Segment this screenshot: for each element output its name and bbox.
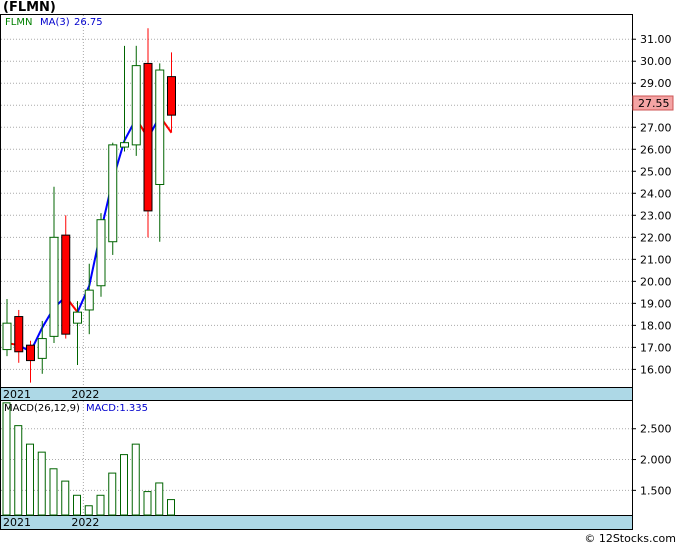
legend-symbol: FLMN [5,17,32,28]
price-tick-label: 23.00 [640,209,672,222]
price-tick-label: 24.00 [640,187,672,200]
price-x-label: 2022 [71,388,99,401]
candle-body-down [167,76,176,116]
price-tick-label: 20.00 [640,275,672,288]
candle-body-up [84,289,94,311]
macd-bar [143,491,152,516]
macd-bar [120,454,128,516]
macd-bar [14,425,23,516]
price-tick-label: 19.00 [640,297,672,310]
candle-body-up [131,65,141,146]
price-x-label: 2021 [3,388,31,401]
candle-body-up [108,144,118,243]
candle-body-down [61,234,71,335]
price-tick-label: 25.00 [640,165,672,178]
candle-body-down [14,316,24,353]
price-tick-label: 26.00 [640,143,672,156]
macd-bar [73,494,81,516]
macd-bar [155,482,164,516]
macd-tick-label: 2.000 [640,454,672,467]
macd-bar [61,480,70,516]
macd-bar [26,443,34,516]
macd-bar [167,499,175,516]
candle-body-up [73,311,82,324]
price-tick-label: 29.00 [640,77,672,90]
last-price-label: 27.55 [638,97,670,110]
price-panel-frame [0,14,633,388]
candle-body-up [155,69,165,185]
macd-bar [108,472,117,516]
macd-panel-frame [0,400,633,516]
price-tick-label: 31.00 [640,33,672,46]
macd-x-label: 2021 [3,516,31,529]
price-tick-label: 17.00 [640,341,672,354]
legend-ma-label: MA(3) [40,17,70,28]
candle-body-up [2,322,12,351]
price-tick-label: 30.00 [640,55,672,68]
price-tick-label: 27.00 [640,121,672,134]
macd-legend-value: MACD:1.335 [86,403,148,414]
macd-tick-label: 2.500 [640,423,672,436]
candle-body-up [120,142,129,148]
macd-x-label: 2022 [71,516,99,529]
candle-body-down [143,62,153,212]
macd-tick-label: 1.500 [640,484,672,497]
price-tick-label: 16.00 [640,363,672,376]
stock-chart: 16.00 17.00 18.00 19.00 20.00 21.00 22.00 23.00… [0,14,674,530]
macd-bar [37,451,46,516]
macd-bar [84,505,93,516]
copyright-footer: © 12Stocks.com [584,532,676,545]
macd-bar [49,468,58,516]
macd-bar [131,443,140,516]
legend-ma-value: 26.75 [74,17,103,28]
price-tick-label: 21.00 [640,253,672,266]
candle-body-up [96,219,106,287]
candle-body-down [26,344,35,362]
macd-legend-label: MACD(26,12,9) [4,403,80,414]
candle-body-up [37,338,47,359]
candle-body-up [49,236,59,337]
macd-bar [2,402,11,516]
price-tick-label: 18.00 [640,319,672,332]
macd-bar [96,494,105,516]
price-tick-label: 22.00 [640,231,672,244]
